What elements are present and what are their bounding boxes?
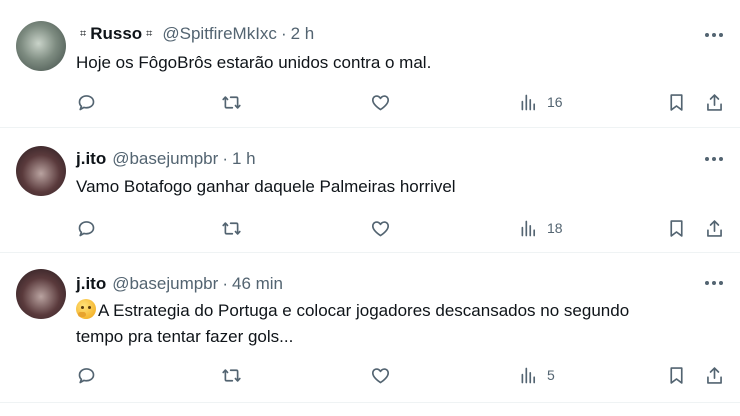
tweet-header: j.ito @basejumpbr · 1 h xyxy=(76,147,256,171)
reply-button[interactable] xyxy=(76,363,97,387)
views-count: 16 xyxy=(547,94,563,110)
tweet-2[interactable]: j.ito @basejumpbr · 1 h Vamo Botafogo ga… xyxy=(0,128,740,253)
thinking-face-emoji xyxy=(76,299,96,319)
avatar[interactable] xyxy=(16,269,66,319)
views-icon xyxy=(521,367,536,383)
separator: · xyxy=(222,149,228,168)
timestamp[interactable]: 46 min xyxy=(232,274,283,294)
tweet-actions: 18 xyxy=(76,216,728,240)
avatar[interactable] xyxy=(16,21,66,71)
bookmark-icon xyxy=(670,93,683,111)
bookmark-button[interactable] xyxy=(666,216,687,240)
retweet-button[interactable] xyxy=(221,363,242,387)
tweet-3[interactable]: j.ito @basejumpbr · 46 min A Estrategia … xyxy=(0,253,740,403)
views-button[interactable]: 5 xyxy=(518,363,555,387)
reply-button[interactable] xyxy=(76,216,97,240)
separator: · xyxy=(280,24,287,43)
more-icon[interactable] xyxy=(702,274,726,292)
timestamp[interactable]: 2 h xyxy=(291,24,315,44)
views-button[interactable]: 18 xyxy=(518,216,563,240)
reply-button[interactable] xyxy=(76,90,97,114)
like-button[interactable] xyxy=(370,216,391,240)
timestamp[interactable]: 1 h xyxy=(232,149,256,169)
user-handle[interactable]: @SpitfireMkIxc xyxy=(162,24,277,44)
views-count: 5 xyxy=(547,367,555,383)
more-icon[interactable] xyxy=(702,150,726,168)
tweet-header: ⌗ Russo ⌗ @SpitfireMkIxc · 2 h xyxy=(76,22,314,46)
avatar[interactable] xyxy=(16,146,66,196)
name-decoration: ⌗ xyxy=(80,27,87,40)
tweet-text: Vamo Botafogo ganhar daquele Palmeiras h… xyxy=(76,174,716,200)
like-icon xyxy=(372,367,389,383)
tweet-text: Hoje os FôgoBrôs estarão unidos contra o… xyxy=(76,50,716,76)
tweet-actions: 16 xyxy=(76,90,728,114)
like-icon xyxy=(372,220,389,236)
retweet-button[interactable] xyxy=(221,90,242,114)
share-icon xyxy=(707,219,722,237)
share-button[interactable] xyxy=(704,363,725,387)
tweet-1[interactable]: ⌗ Russo ⌗ @SpitfireMkIxc · 2 h Hoje os F… xyxy=(0,0,740,128)
retweet-button[interactable] xyxy=(221,216,242,240)
share-icon xyxy=(707,93,722,111)
bookmark-button[interactable] xyxy=(666,90,687,114)
like-button[interactable] xyxy=(370,90,391,114)
views-icon xyxy=(521,220,536,236)
tweet-header: j.ito @basejumpbr · 46 min xyxy=(76,272,283,296)
views-icon xyxy=(521,94,536,110)
user-handle[interactable]: @basejumpbr xyxy=(112,149,218,169)
share-icon xyxy=(707,366,722,384)
tweet-text-line: A Estrategia do Portuga e colocar jogado… xyxy=(98,301,630,320)
display-name[interactable]: Russo xyxy=(90,24,142,44)
views-button[interactable]: 16 xyxy=(518,90,563,114)
user-handle[interactable]: @basejumpbr xyxy=(112,274,218,294)
bookmark-icon xyxy=(670,219,683,237)
display-name[interactable]: j.ito xyxy=(76,274,106,294)
views-count: 18 xyxy=(547,220,563,236)
display-name[interactable]: j.ito xyxy=(76,149,106,169)
like-icon xyxy=(372,94,389,110)
tweet-text-line: Hoje os FôgoBrôs estarão unidos contra o… xyxy=(76,53,432,72)
share-button[interactable] xyxy=(704,216,725,240)
share-button[interactable] xyxy=(704,90,725,114)
bookmark-icon xyxy=(670,366,683,384)
tweet-text-line: tempo pra tentar fazer gols... xyxy=(76,327,294,346)
reply-icon xyxy=(78,94,95,110)
retweet-icon xyxy=(222,368,241,382)
tweet-text: A Estrategia do Portuga e colocar jogado… xyxy=(76,298,716,350)
reply-icon xyxy=(78,367,95,383)
like-button[interactable] xyxy=(370,363,391,387)
retweet-icon xyxy=(222,221,241,235)
tweet-actions: 5 xyxy=(76,363,728,387)
tweet-text-line: Vamo Botafogo ganhar daquele Palmeiras h… xyxy=(76,177,456,196)
more-icon[interactable] xyxy=(702,26,726,44)
reply-icon xyxy=(78,220,95,236)
separator: · xyxy=(222,274,228,293)
name-decoration: ⌗ xyxy=(146,27,153,40)
retweet-icon xyxy=(222,95,241,109)
bookmark-button[interactable] xyxy=(666,363,687,387)
